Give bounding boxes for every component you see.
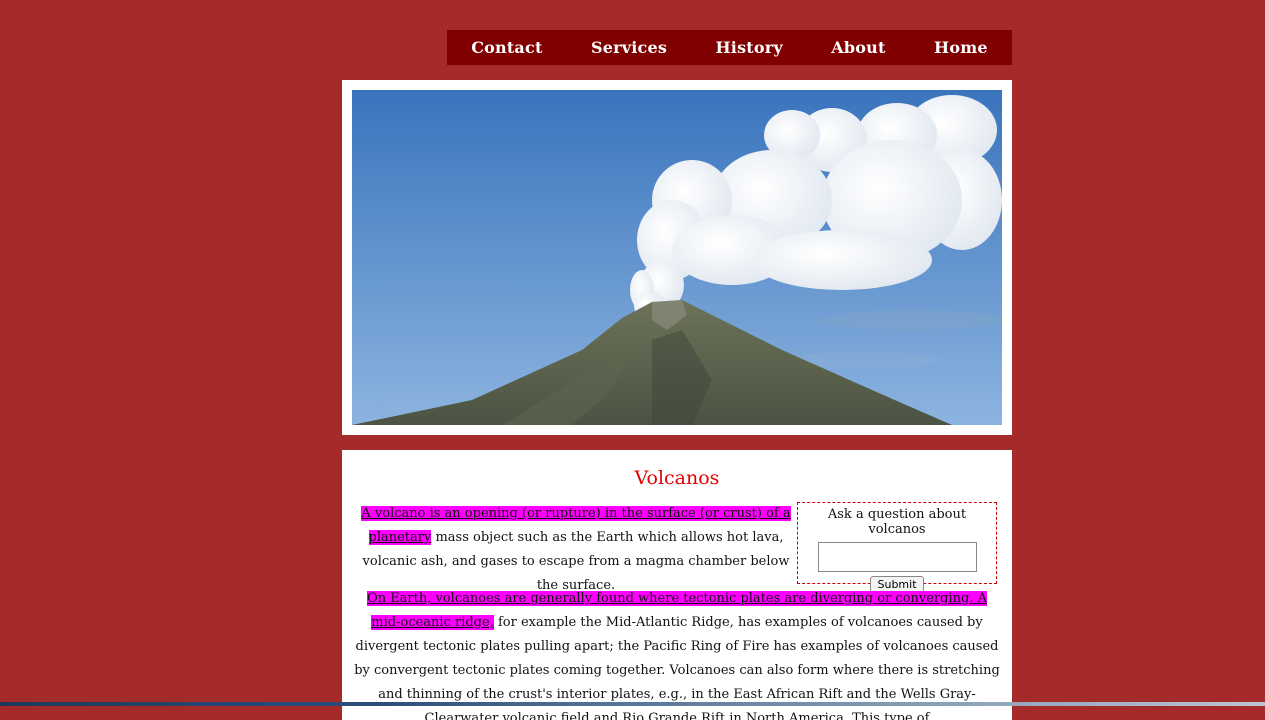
hero-banner: [342, 80, 1012, 435]
main-nav: Contact Services History About Home: [447, 30, 1012, 65]
nav-about-link[interactable]: About: [831, 38, 885, 57]
bottom-edge-strip: [0, 702, 1265, 706]
ask-question-label: Ask a question about volcanos: [827, 507, 967, 537]
ask-question-form: Ask a question about volcanos Submit: [797, 502, 997, 593]
body-paragraph: On Earth, volcanoes are generally found …: [354, 587, 1000, 720]
nav-contact-link[interactable]: Contact: [471, 38, 542, 57]
question-input[interactable]: [817, 542, 977, 572]
content-panel: Volcanos A volcano is an opening (or rup…: [342, 450, 1012, 720]
nav-home-link[interactable]: Home: [934, 38, 988, 57]
volcano-photo: [352, 90, 1002, 425]
intro-paragraph: A volcano is an opening (or rupture) in …: [354, 502, 798, 598]
nav-services-link[interactable]: Services: [591, 38, 667, 57]
nav-history-link[interactable]: History: [715, 38, 782, 57]
page-title: Volcanos: [634, 467, 720, 489]
